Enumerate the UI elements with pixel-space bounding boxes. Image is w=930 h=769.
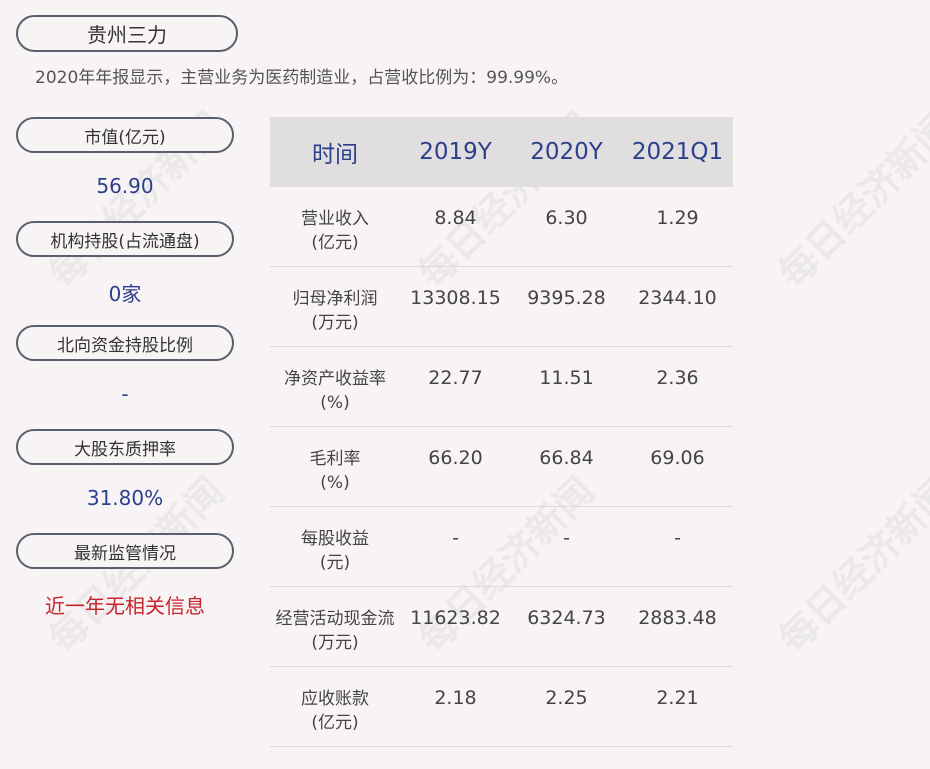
company-name-badge: 贵州三力 xyxy=(16,15,238,52)
row-label: 应收账款 (亿元) xyxy=(270,667,400,746)
table-cell: 6324.73 xyxy=(527,607,606,629)
row-label-unit: (万元) xyxy=(311,313,359,333)
row-label-unit: (%) xyxy=(320,393,350,413)
table-cell: 66.20 xyxy=(428,447,483,469)
table-cell: - xyxy=(563,527,570,549)
table-cell: 9395.28 xyxy=(527,287,606,309)
table-cell: 2.18 xyxy=(434,687,477,709)
table-cell: 2.36 xyxy=(656,367,699,389)
watermark: 每日经济新闻 xyxy=(770,103,930,297)
table-cell: 11.51 xyxy=(539,367,594,389)
table-cell: - xyxy=(452,527,459,549)
regulatory-status-value: 近一年无相关信息 xyxy=(45,594,205,618)
table-row: 归母净利润 (万元) 13308.15 9395.28 2344.10 xyxy=(270,267,733,347)
northbound-ratio-label: 北向资金持股比例 xyxy=(16,325,234,361)
table-cell: 22.77 xyxy=(428,367,483,389)
regulatory-status-label: 最新监管情况 xyxy=(16,533,234,569)
institutional-holding-label: 机构持股(占流通盘) xyxy=(16,221,234,257)
table-row: 营业收入 (亿元) 8.84 6.30 1.29 xyxy=(270,187,733,267)
table-row: 每股收益 (元) - - - xyxy=(270,507,733,587)
row-label: 毛利率 (%) xyxy=(270,427,400,506)
row-label-unit: (%) xyxy=(320,473,350,493)
row-label-text: 应收账款 xyxy=(301,689,369,709)
header-2020y: 2020Y xyxy=(530,139,603,165)
row-label-unit: (亿元) xyxy=(311,713,359,733)
table-body: 营业收入 (亿元) 8.84 6.30 1.29 归母净利润 (万元) 13308.15 939… xyxy=(270,187,733,747)
row-label: 归母净利润 (万元) xyxy=(270,267,400,346)
market-cap-value: 56.90 xyxy=(96,174,154,198)
pledge-rate-value: 31.80% xyxy=(86,486,164,510)
market-cap-label: 市值(亿元) xyxy=(16,117,234,153)
business-summary: 2020年年报显示，主营业务为医药制造业，占营收比例为：99.99%。 xyxy=(35,68,569,88)
header-2019y: 2019Y xyxy=(419,139,492,165)
row-label: 净资产收益率 (%) xyxy=(270,347,400,426)
table-cell: 6.30 xyxy=(545,207,588,229)
table-cell: 8.84 xyxy=(434,207,477,229)
row-label-text: 每股收益 xyxy=(301,529,369,549)
row-label: 营业收入 (亿元) xyxy=(270,187,400,266)
watermark: 每日经济新闻 xyxy=(770,468,930,662)
row-label-text: 经营活动现金流 xyxy=(275,609,395,629)
table-cell: 1.29 xyxy=(656,207,699,229)
table-cell: 69.06 xyxy=(650,447,705,469)
table-cell: - xyxy=(674,527,681,549)
table-row: 净资产收益率 (%) 22.77 11.51 2.36 xyxy=(270,347,733,427)
row-label-text: 毛利率 xyxy=(309,449,361,469)
table-cell: 11623.82 xyxy=(410,607,501,629)
institutional-holding-value: 0家 xyxy=(108,282,142,306)
row-label-text: 净资产收益率 xyxy=(284,369,386,389)
table-header: 时间 2019Y 2020Y 2021Q1 xyxy=(270,117,733,187)
row-label-unit: (亿元) xyxy=(311,233,359,253)
header-time: 时间 xyxy=(312,142,358,168)
table-cell: 2.25 xyxy=(545,687,588,709)
table-cell: 2.21 xyxy=(656,687,699,709)
row-label-text: 营业收入 xyxy=(301,209,369,229)
table-cell: 66.84 xyxy=(539,447,594,469)
table-row: 经营活动现金流 (万元) 11623.82 6324.73 2883.48 xyxy=(270,587,733,667)
table-cell: 13308.15 xyxy=(410,287,501,309)
row-label: 经营活动现金流 (万元) xyxy=(270,587,400,666)
table-cell: 2344.10 xyxy=(638,287,717,309)
row-label-unit: (万元) xyxy=(311,633,359,653)
header-2021q1: 2021Q1 xyxy=(631,139,724,165)
row-label-text: 归母净利润 xyxy=(292,289,378,309)
row-label: 每股收益 (元) xyxy=(270,507,400,586)
financial-table: 时间 2019Y 2020Y 2021Q1 营业收入 (亿元) 8.84 6.30 1.… xyxy=(270,117,733,747)
pledge-rate-label: 大股东质押率 xyxy=(16,429,234,465)
table-cell: 2883.48 xyxy=(638,607,717,629)
row-label-unit: (元) xyxy=(319,553,351,573)
table-row: 应收账款 (亿元) 2.18 2.25 2.21 xyxy=(270,667,733,747)
table-row: 毛利率 (%) 66.20 66.84 69.06 xyxy=(270,427,733,507)
northbound-ratio-value: - xyxy=(121,382,129,406)
